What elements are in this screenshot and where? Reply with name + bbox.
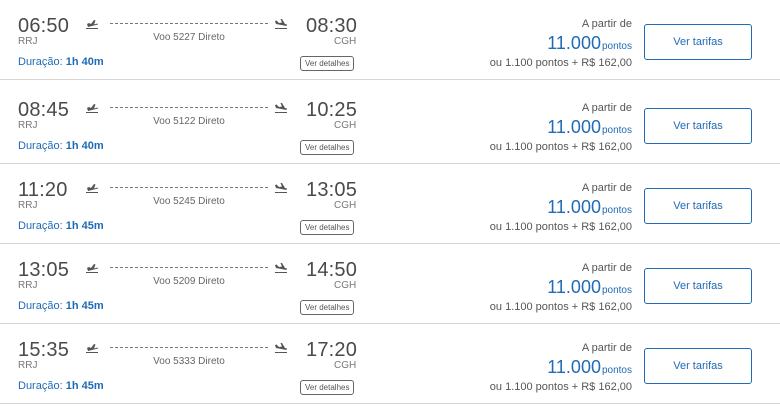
- arrival-time: 10:25: [306, 99, 358, 121]
- plane-takeoff-icon: [85, 262, 99, 274]
- departure-time: 15:35: [18, 339, 70, 361]
- points-value: 11.000: [547, 33, 601, 53]
- departure-airport-code: RRJ: [18, 120, 38, 131]
- route-line: [110, 107, 268, 108]
- plane-takeoff-icon: [85, 342, 99, 354]
- points-plus-cash-price: ou 1.100 pontos + R$ 162,00: [489, 141, 632, 153]
- points-plus-cash-price: ou 1.100 pontos + R$ 162,00: [489, 57, 632, 69]
- view-fares-button[interactable]: Ver tarifas: [644, 108, 752, 144]
- departure-time: 06:50: [18, 15, 70, 37]
- plane-takeoff-icon: [85, 102, 99, 114]
- points-plus-cash-price: ou 1.100 pontos + R$ 162,00: [489, 221, 632, 233]
- points-unit: pontos: [601, 285, 632, 296]
- points-plus-cash-price: ou 1.100 pontos + R$ 162,00: [489, 381, 632, 393]
- points-unit: pontos: [601, 125, 632, 136]
- arrival-airport-code: CGH: [334, 200, 357, 211]
- arrival-time: 14:50: [306, 259, 358, 281]
- flight-row: 15:35 RRJ Voo 5333 Direto 17:20 CGH Dura…: [0, 324, 780, 404]
- departure-time: 11:20: [18, 179, 68, 201]
- from-label: A partir de: [581, 262, 632, 274]
- arrival-time: 17:20: [306, 339, 358, 361]
- route-line: [110, 187, 268, 188]
- flight-number: Voo 5227 Direto: [153, 32, 225, 43]
- flight-number: Voo 5333 Direto: [153, 356, 225, 367]
- duration-label: Duração:: [18, 140, 63, 152]
- flight-row: 08:45 RRJ Voo 5122 Direto 10:25 CGH Dura…: [0, 84, 780, 164]
- arrival-airport-code: CGH: [334, 120, 357, 131]
- from-label: A partir de: [581, 182, 632, 194]
- points-plus-cash-price: ou 1.100 pontos + R$ 162,00: [489, 301, 632, 313]
- route-line: [110, 347, 268, 348]
- arrival-airport-code: CGH: [334, 36, 357, 47]
- arrival-time: 13:05: [306, 179, 358, 201]
- departure-airport-code: RRJ: [18, 280, 38, 291]
- duration-label: Duração:: [18, 380, 63, 392]
- flight-duration: Duração: 1h 40m: [18, 56, 104, 68]
- departure-time: 08:45: [18, 99, 70, 121]
- flight-duration: Duração: 1h 45m: [18, 300, 104, 312]
- view-details-button[interactable]: Ver detalhes: [300, 300, 355, 315]
- duration-label: Duração:: [18, 220, 63, 232]
- view-details-button[interactable]: Ver detalhes: [300, 140, 355, 155]
- from-label: A partir de: [581, 102, 632, 114]
- points-value: 11.000: [547, 197, 601, 217]
- points-unit: pontos: [601, 365, 632, 376]
- view-details-button[interactable]: Ver detalhes: [300, 220, 355, 235]
- points-unit: pontos: [601, 205, 632, 216]
- from-label: A partir de: [581, 18, 632, 30]
- departure-airport-code: RRJ: [18, 360, 38, 371]
- points-price: 11.000pontos: [547, 277, 632, 298]
- points-price: 11.000pontos: [547, 357, 632, 378]
- duration-value: 1h 45m: [65, 220, 104, 232]
- duration-value: 1h 45m: [65, 300, 104, 312]
- flight-number: Voo 5122 Direto: [153, 116, 225, 127]
- arrival-airport-code: CGH: [334, 360, 357, 371]
- from-label: A partir de: [581, 342, 632, 354]
- points-price: 11.000pontos: [547, 33, 632, 54]
- points-price: 11.000pontos: [547, 197, 632, 218]
- view-fares-button[interactable]: Ver tarifas: [644, 188, 752, 224]
- flight-row: 11:20 RRJ Voo 5245 Direto 13:05 CGH Dura…: [0, 164, 780, 244]
- route-line: [110, 23, 268, 24]
- duration-value: 1h 45m: [65, 380, 104, 392]
- flight-row: 06:50 RRJ Voo 5227 Direto 08:30 CGH Dura…: [0, 0, 780, 80]
- view-details-button[interactable]: Ver detalhes: [300, 56, 355, 71]
- plane-landing-icon: [274, 182, 288, 194]
- departure-time: 13:05: [18, 259, 70, 281]
- points-value: 11.000: [547, 277, 601, 297]
- plane-landing-icon: [274, 18, 288, 30]
- points-value: 11.000: [547, 357, 601, 377]
- flight-number: Voo 5209 Direto: [153, 276, 225, 287]
- flight-duration: Duração: 1h 45m: [18, 220, 104, 232]
- plane-takeoff-icon: [85, 182, 99, 194]
- arrival-airport-code: CGH: [334, 280, 357, 291]
- plane-landing-icon: [274, 342, 288, 354]
- flight-number: Voo 5245 Direto: [153, 196, 225, 207]
- view-fares-button[interactable]: Ver tarifas: [644, 24, 752, 60]
- flight-row: 13:05 RRJ Voo 5209 Direto 14:50 CGH Dura…: [0, 244, 780, 324]
- view-details-button[interactable]: Ver detalhes: [300, 380, 355, 395]
- duration-value: 1h 40m: [65, 56, 104, 68]
- flight-duration: Duração: 1h 40m: [18, 140, 104, 152]
- route-line: [110, 267, 268, 268]
- flight-duration: Duração: 1h 45m: [18, 380, 104, 392]
- duration-label: Duração:: [18, 56, 63, 68]
- points-value: 11.000: [547, 117, 601, 137]
- flight-results-list: 06:50 RRJ Voo 5227 Direto 08:30 CGH Dura…: [0, 0, 780, 406]
- duration-value: 1h 40m: [65, 140, 104, 152]
- points-price: 11.000pontos: [547, 117, 632, 138]
- departure-airport-code: RRJ: [18, 200, 38, 211]
- points-unit: pontos: [601, 41, 632, 52]
- arrival-time: 08:30: [306, 15, 358, 37]
- plane-takeoff-icon: [85, 18, 99, 30]
- duration-label: Duração:: [18, 300, 63, 312]
- plane-landing-icon: [274, 102, 288, 114]
- departure-airport-code: RRJ: [18, 36, 38, 47]
- view-fares-button[interactable]: Ver tarifas: [644, 348, 752, 384]
- view-fares-button[interactable]: Ver tarifas: [644, 268, 752, 304]
- plane-landing-icon: [274, 262, 288, 274]
